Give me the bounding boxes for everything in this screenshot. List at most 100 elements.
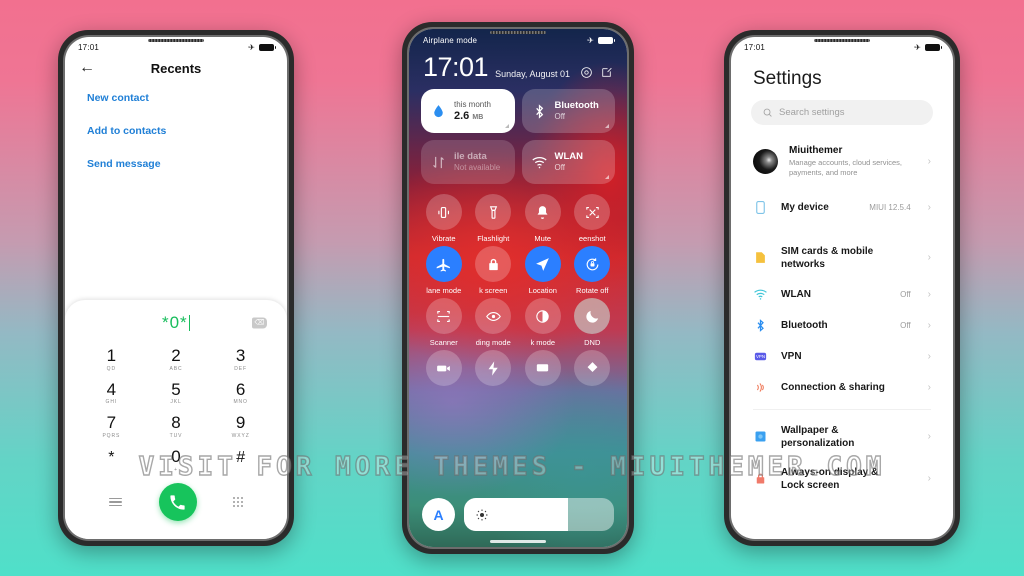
toggle-airplane-mode[interactable]: lane mode — [419, 246, 469, 295]
chevron-right-icon: › — [927, 381, 931, 393]
key-digit: 9 — [235, 413, 246, 433]
toggle-vibrate[interactable]: Vibrate — [419, 194, 469, 243]
settings-app: 17:01 ✈ Settings Search settings Miuithe… — [731, 37, 953, 539]
toggle-screen-record[interactable] — [419, 350, 469, 390]
key-letters — [79, 470, 144, 476]
location-icon — [524, 246, 561, 282]
toggle-power-flash[interactable] — [469, 350, 519, 390]
chevron-right-icon: › — [927, 155, 931, 167]
screenshot-icon — [574, 194, 611, 230]
tile-data-usage[interactable]: this month 2.6 MB — [421, 89, 515, 133]
key-8[interactable]: 8 TUV — [144, 409, 209, 442]
setting-row-wlan[interactable]: WLAN Off › — [731, 279, 953, 310]
setting-label: SIM cards & mobile networks — [781, 245, 874, 270]
key-letters: GHI — [105, 399, 118, 406]
toggle-label: eenshot — [578, 234, 606, 243]
toggle-label: k mode — [530, 338, 556, 347]
avatar — [753, 148, 778, 174]
key-9[interactable]: 9 WXYZ — [208, 409, 273, 442]
key-letters: ABC — [169, 365, 183, 372]
tile-bluetooth[interactable]: Bluetooth Off — [521, 89, 615, 133]
tile-text: ile data Not available — [454, 151, 500, 173]
screen-record-icon — [425, 350, 462, 386]
toggle-cast-screen[interactable] — [518, 350, 568, 390]
key-digit: 4 — [106, 379, 117, 399]
dial-input-row[interactable]: *0* ⌫ — [65, 310, 287, 336]
key-6[interactable]: 6 MNO — [208, 376, 273, 409]
wallpaper-icon — [753, 429, 768, 444]
toggle-lock-screen[interactable]: k screen — [469, 246, 519, 295]
vibrate-icon — [425, 194, 462, 230]
settings-gear-icon[interactable] — [580, 66, 593, 79]
wlan-wifi-icon — [531, 154, 548, 171]
toggle-dnd[interactable]: DND — [568, 298, 618, 347]
key-letters: MNO — [233, 399, 248, 406]
link-add-to-contacts[interactable]: Add to contacts — [87, 125, 265, 137]
tile-value-wrap: 2.6 MB — [454, 110, 491, 122]
toggle-video-toolbox[interactable] — [568, 350, 618, 390]
tile-expand-corner[interactable] — [605, 175, 609, 179]
toggle-screenshot[interactable]: eenshot — [568, 194, 618, 243]
link-send-message[interactable]: Send message — [87, 158, 265, 170]
setting-row-aod-lock-screen[interactable]: Always-on display & Lock screen › — [731, 458, 953, 500]
vpn-icon: VPN — [753, 349, 768, 364]
key-digit: 5 — [171, 379, 181, 399]
link-new-contact[interactable]: New contact — [87, 92, 265, 104]
tile-sub: Not available — [454, 162, 501, 172]
video-toolbox-icon — [574, 350, 611, 386]
call-phone-icon[interactable] — [158, 483, 197, 521]
key-2[interactable]: 2 ABC — [144, 342, 209, 375]
tile-mobile-data[interactable]: ile data Not available — [421, 140, 515, 184]
dialer-action-links: New contact Add to contacts Send message — [65, 86, 287, 191]
phone-dialer-device: 17:01 ✈ ← Recents New contact Add to con… — [58, 30, 294, 546]
setting-row-bluetooth[interactable]: Bluetooth Off › — [731, 310, 953, 341]
toggle-dark-mode[interactable]: k mode — [518, 298, 568, 347]
tile-expand-corner[interactable] — [504, 124, 509, 128]
toggle-scanner[interactable]: Scanner — [419, 298, 469, 347]
phone-bezel: 17:01 ✈ Settings Search settings Miuithe… — [729, 35, 955, 541]
setting-row-wallpaper[interactable]: Wallpaper & personalization › — [731, 416, 953, 458]
page-title: Settings — [753, 68, 822, 89]
setting-row-my-device[interactable]: My device MIUI 12.5.4 › — [731, 192, 953, 223]
setting-row-sim-cards[interactable]: SIM cards & mobile networks › — [731, 237, 953, 279]
earpiece-grille-icon — [490, 31, 546, 34]
menu-lines-icon[interactable] — [109, 495, 123, 508]
tile-sub: Off — [554, 111, 566, 121]
backspace-icon[interactable]: ⌫ — [252, 317, 267, 329]
phone-bezel: 17:01 ✈ ← Recents New contact Add to con… — [63, 35, 289, 541]
back-arrow-icon[interactable]: ← — [79, 60, 95, 76]
edit-pencil-icon[interactable] — [600, 66, 613, 79]
toggle-flashlight[interactable]: Flashlight — [469, 194, 519, 243]
auto-brightness-button[interactable]: A — [422, 498, 455, 531]
phone-control-center-device: Airplane mode ✈ 17:01 Sunday, August 01 — [402, 22, 634, 554]
key-1[interactable]: 1 QD — [79, 342, 144, 375]
key-hash[interactable]: # — [208, 443, 273, 479]
key-star[interactable]: * — [79, 443, 144, 479]
tile-wlan[interactable]: WLAN Off — [521, 140, 615, 184]
brightness-slider[interactable] — [464, 498, 614, 531]
setting-label: My device — [781, 201, 829, 213]
toggle-reading-mode[interactable]: ding mode — [469, 298, 519, 347]
battery-icon — [259, 44, 276, 51]
toggle-mute[interactable]: Mute — [518, 194, 568, 243]
tile-unit: MB — [472, 114, 484, 121]
chevron-right-icon: › — [927, 473, 931, 484]
key-7[interactable]: 7 PQRS — [79, 409, 144, 442]
account-row[interactable]: Miuithemer Manage accounts, cloud servic… — [731, 139, 953, 192]
toggle-rotate-off[interactable]: Rotate off — [568, 246, 618, 295]
search-input[interactable]: Search settings — [751, 100, 933, 125]
key-digit: 7 — [106, 413, 117, 433]
keypad-dots-icon[interactable] — [233, 497, 243, 507]
key-5[interactable]: 5 JKL — [144, 376, 209, 409]
key-3[interactable]: 3 DEF — [208, 342, 273, 375]
setting-row-vpn[interactable]: VPN VPN › — [731, 341, 953, 372]
key-4[interactable]: 4 GHI — [79, 376, 144, 409]
tile-expand-corner[interactable] — [605, 124, 609, 128]
big-tiles-grid: this month 2.6 MB Bluetooth Off ile data… — [409, 89, 627, 184]
clock-date: Sunday, August 01 — [495, 69, 570, 79]
my-device-icon — [753, 200, 768, 215]
setting-label: WLAN — [781, 288, 811, 300]
key-0[interactable]: 0 + — [144, 443, 209, 479]
setting-row-connection-sharing[interactable]: Connection & sharing › — [731, 372, 953, 403]
toggle-location[interactable]: Location — [518, 246, 568, 295]
